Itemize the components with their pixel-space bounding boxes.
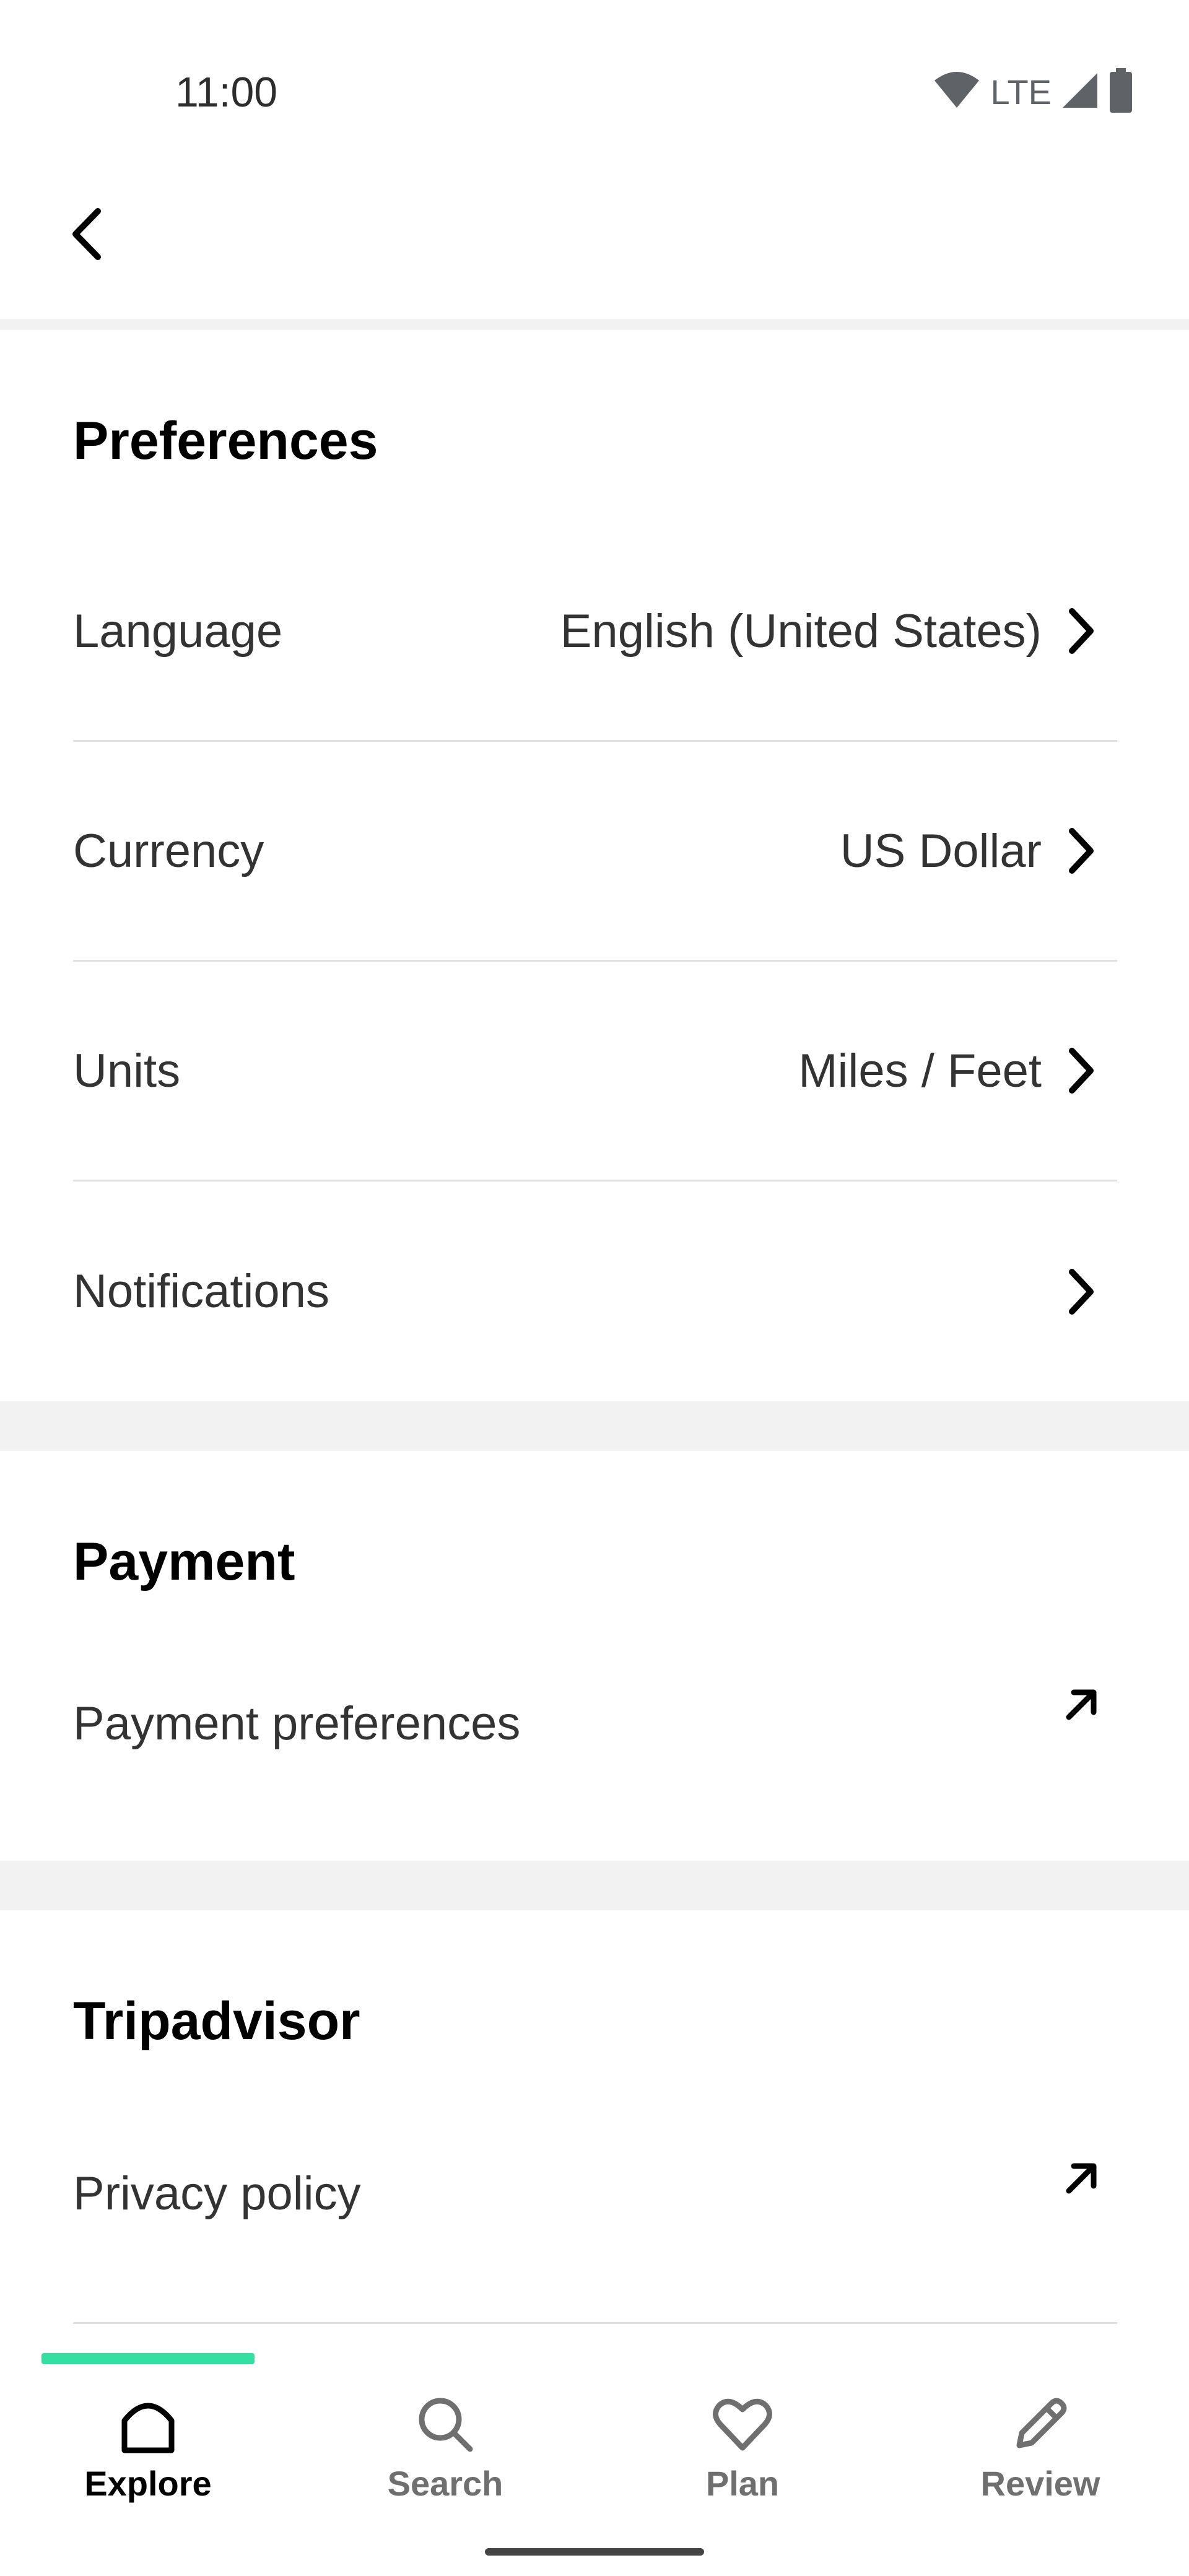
chevron-right-icon: [1059, 608, 1104, 654]
row-value: English (United States): [560, 604, 1042, 658]
row-label: Currency: [73, 824, 264, 877]
search-icon: [411, 2390, 479, 2458]
row-label: Notifications: [73, 1265, 329, 1318]
battery-icon: [1108, 67, 1133, 116]
gesture-home-indicator[interactable]: [485, 2548, 704, 2556]
language-row[interactable]: Language English (United States): [73, 522, 1117, 742]
payment-section: Payment Payment preferences: [0, 1451, 1189, 1861]
external-link-icon: [1059, 2156, 1104, 2201]
row-label: Language: [73, 604, 283, 658]
status-icons: LTE: [932, 67, 1133, 116]
active-tab-indicator: [41, 2353, 255, 2364]
chevron-right-icon: [1059, 1048, 1104, 1094]
chevron-right-icon: [1059, 828, 1104, 874]
chevron-right-icon: [1059, 1268, 1104, 1315]
section-title-payment: Payment: [73, 1532, 295, 1591]
nav-explore[interactable]: Explore: [55, 2390, 241, 2514]
row-label: Units: [73, 1044, 181, 1097]
row-value: Miles / Feet: [798, 1044, 1042, 1097]
units-row[interactable]: Units Miles / Feet: [73, 962, 1117, 1181]
app-bar: [0, 161, 1189, 319]
pencil-icon: [1006, 2390, 1074, 2458]
notifications-row[interactable]: Notifications: [73, 1181, 1117, 1401]
home-icon: [114, 2390, 182, 2458]
section-divider-band: [0, 1401, 1189, 1451]
bottom-navigation: Explore Search Plan Review: [0, 2353, 1189, 2576]
section-title-preferences: Preferences: [73, 411, 378, 471]
signal-icon: [1060, 71, 1100, 113]
wifi-icon: [932, 71, 982, 113]
heart-icon: [708, 2390, 777, 2458]
nav-plan[interactable]: Plan: [650, 2390, 835, 2514]
payment-preferences-row[interactable]: Payment preferences: [73, 1606, 1117, 1841]
lte-label: LTE: [990, 72, 1052, 111]
chevron-left-icon: [68, 206, 105, 265]
back-button[interactable]: [56, 204, 118, 266]
privacy-policy-row[interactable]: Privacy policy: [73, 2065, 1117, 2324]
currency-row[interactable]: Currency US Dollar: [73, 742, 1117, 962]
settings-screen: 11:00 LTE Preferences Language English (…: [0, 0, 1189, 2576]
nav-label: Plan: [705, 2464, 780, 2503]
nav-search[interactable]: Search: [352, 2390, 538, 2514]
nav-label: Review: [980, 2464, 1100, 2503]
row-label: Privacy policy: [73, 2167, 361, 2220]
nav-review[interactable]: Review: [947, 2390, 1133, 2514]
status-bar: 11:00 LTE: [0, 0, 1189, 161]
status-time: 11:00: [175, 69, 278, 116]
section-divider-band: [0, 1861, 1189, 1910]
row-label: Payment preferences: [73, 1697, 521, 1750]
section-title-tripadvisor: Tripadvisor: [73, 1991, 360, 2051]
row-value: US Dollar: [840, 824, 1042, 877]
external-link-icon: [1059, 1682, 1104, 1727]
nav-label: Search: [387, 2464, 503, 2503]
section-divider-band: [0, 319, 1189, 330]
preferences-section: Preferences Language English (United Sta…: [0, 330, 1189, 1401]
nav-label: Explore: [84, 2464, 212, 2503]
tripadvisor-section: Tripadvisor Privacy policy: [0, 1910, 1189, 2353]
